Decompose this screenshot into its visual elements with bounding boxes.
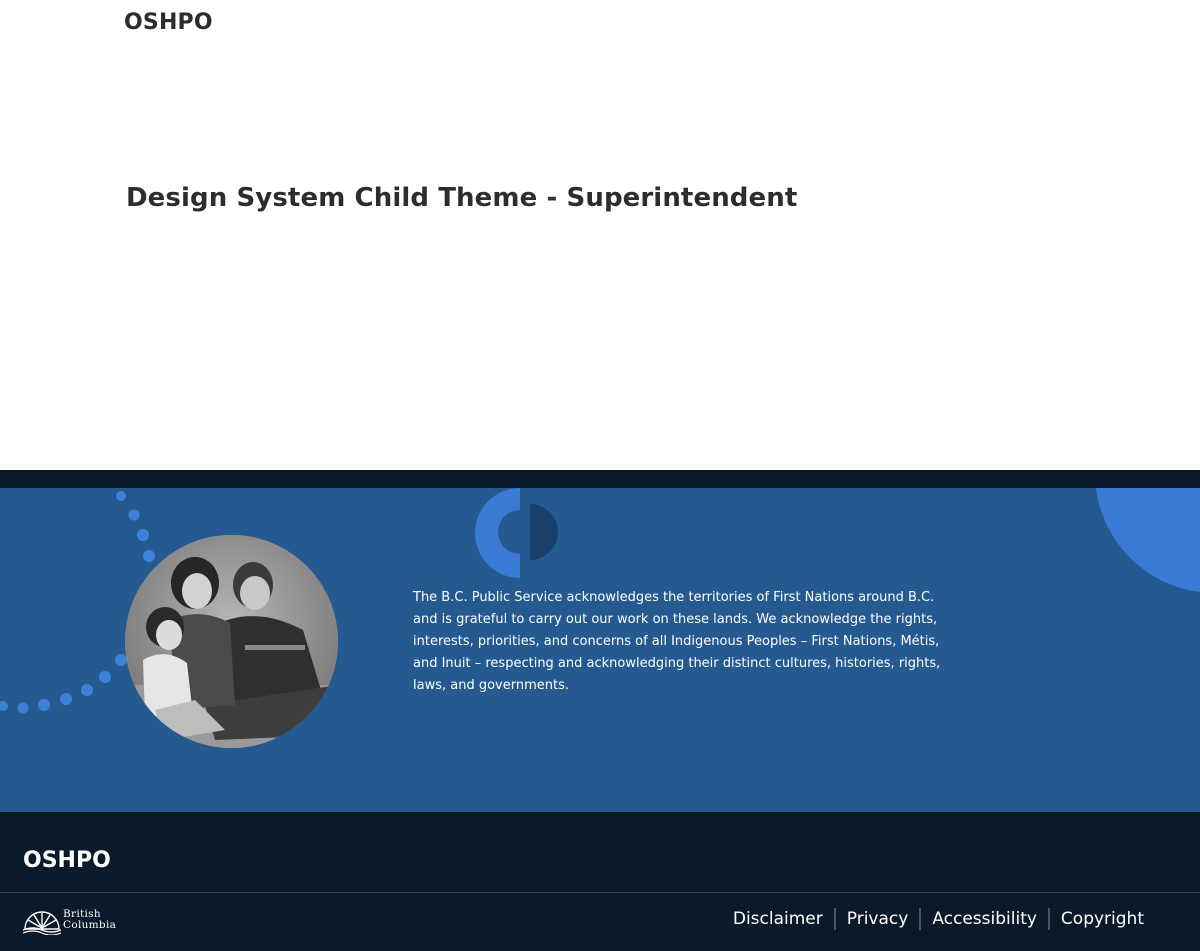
- site-footer: OSHPO British Columbia Disclaimer Privac…: [0, 812, 1200, 951]
- land-acknowledgement-text: The B.C. Public Service acknowledges the…: [413, 590, 941, 693]
- footer-divider: [0, 892, 1200, 893]
- footer-top-bar: [0, 470, 1200, 488]
- footer-site-title: OSHPO: [23, 848, 111, 873]
- site-header: OSHPO: [0, 0, 1200, 60]
- privacy-link[interactable]: Privacy: [836, 909, 920, 929]
- bc-government-logo[interactable]: British Columbia: [22, 907, 123, 936]
- disclaimer-link[interactable]: Disclaimer: [722, 909, 834, 929]
- land-acknowledgement: The B.C. Public Service acknowledges the…: [0, 488, 1200, 812]
- family-photo: [125, 535, 338, 748]
- footer-links: Disclaimer Privacy Accessibility Copyrig…: [722, 908, 1144, 930]
- page-title: Design System Child Theme - Superintende…: [126, 183, 798, 213]
- logo-text-line-2: Columbia: [63, 919, 117, 931]
- accessibility-link[interactable]: Accessibility: [921, 909, 1048, 929]
- site-title-link[interactable]: OSHPO: [124, 10, 213, 35]
- copyright-link[interactable]: Copyright: [1050, 909, 1144, 929]
- sun-logo-icon: [22, 911, 62, 936]
